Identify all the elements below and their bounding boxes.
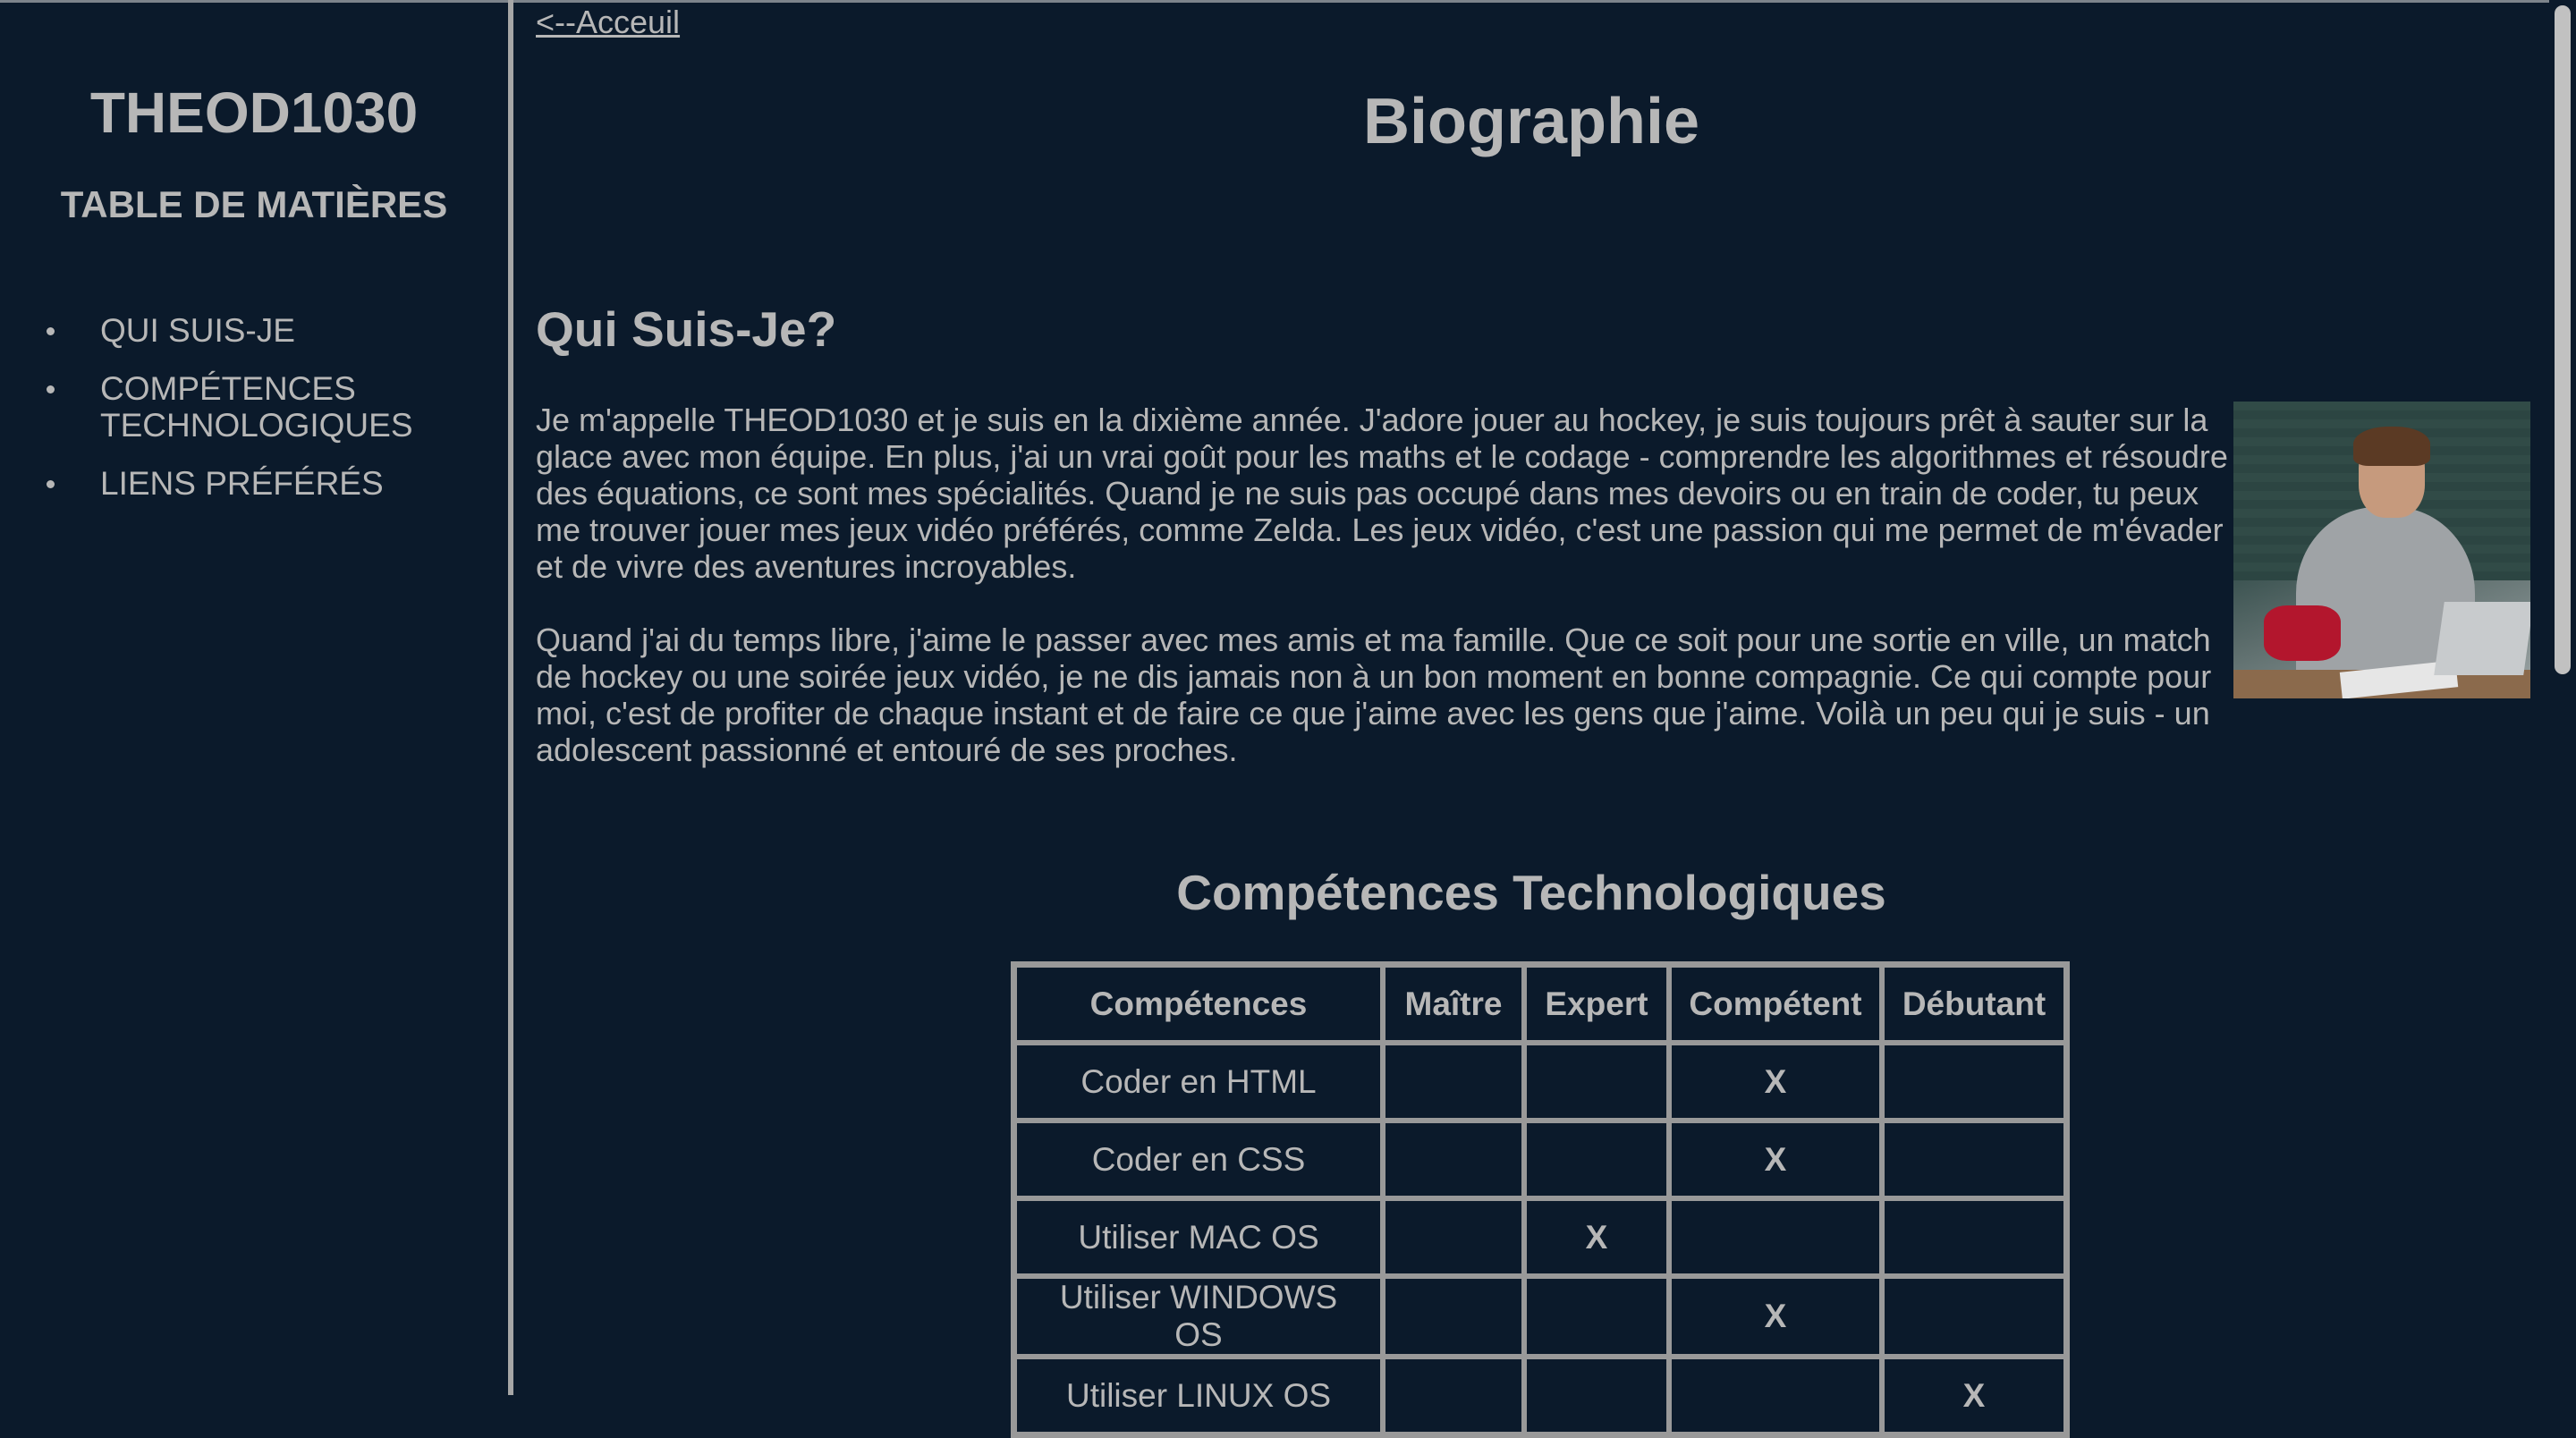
table-cell-skill: Utiliser MAC OS: [1014, 1198, 1383, 1276]
toc-title: TABLE DE MATIÈRES: [60, 183, 448, 225]
table-cell: X: [1669, 1043, 1882, 1121]
table-cell-skill: Utiliser WINDOWS OS: [1014, 1276, 1383, 1357]
table-header-row: Compétences Maître Expert Compétent Débu…: [1014, 965, 2066, 1043]
table-cell: [1383, 1276, 1524, 1357]
back-link-accueil[interactable]: <--Acceuil: [536, 3, 680, 42]
table-cell: X: [1524, 1198, 1669, 1276]
bullet-icon: [47, 327, 55, 335]
header-expert: Expert: [1524, 965, 1669, 1043]
laptop-shape: [2434, 602, 2530, 675]
table-row: Utiliser LINUX OS X: [1014, 1357, 2066, 1434]
header-debutant: Débutant: [1882, 965, 2066, 1043]
skills-table: Compétences Maître Expert Compétent Débu…: [1011, 961, 2070, 1438]
table-cell-skill: Utiliser LINUX OS: [1014, 1357, 1383, 1434]
table-cell: [1383, 1198, 1524, 1276]
table-row: Utiliser MAC OS X: [1014, 1198, 2066, 1276]
table-cell: [1882, 1198, 2066, 1276]
table-row: Utiliser WINDOWS OS X: [1014, 1276, 2066, 1357]
toc-item-liens[interactable]: LIENS PRÉFÉRÉS: [0, 465, 508, 502]
table-cell: [1383, 1357, 1524, 1434]
bio-paragraph-1: Je m'appelle THEOD1030 et je suis en la …: [536, 402, 2228, 585]
table-cell-skill: Coder en CSS: [1014, 1121, 1383, 1198]
table-cell: [1383, 1043, 1524, 1121]
scrollbar-thumb[interactable]: [2555, 5, 2571, 674]
toc-item-label[interactable]: QUI SUIS-JE: [100, 312, 476, 349]
toc-item-label[interactable]: LIENS PRÉFÉRÉS: [100, 465, 476, 502]
main-content: <--Acceuil Biographie Qui Suis-Je? Je m'…: [513, 3, 2549, 1438]
table-cell: [1882, 1121, 2066, 1198]
skills-title: Compétences Technologiques: [1176, 865, 1886, 920]
table-cell: [1524, 1276, 1669, 1357]
toc-list: QUI SUIS-JE COMPÉTENCES TECHNOLOGIQUES L…: [0, 312, 508, 523]
table-cell: [1669, 1357, 1882, 1434]
table-cell: X: [1669, 1121, 1882, 1198]
table-cell-skill: Coder en HTML: [1014, 1043, 1383, 1121]
toc-item-competences[interactable]: COMPÉTENCES TECHNOLOGIQUES: [0, 370, 508, 444]
table-cell: [1524, 1357, 1669, 1434]
portrait-image: [2233, 402, 2530, 698]
hair-shape: [2353, 427, 2430, 466]
toc-item-label[interactable]: COMPÉTENCES TECHNOLOGIQUES: [100, 370, 476, 444]
table-cell: X: [1669, 1276, 1882, 1357]
sidebar: THEOD1030 TABLE DE MATIÈRES QUI SUIS-JE …: [0, 3, 508, 1395]
table-cell: [1882, 1276, 2066, 1357]
table-cell: [1524, 1121, 1669, 1198]
page-title: Biographie: [1362, 86, 1700, 157]
bullet-icon: [47, 385, 55, 393]
bullet-icon: [47, 480, 55, 488]
hockey-glove-shape: [2264, 605, 2341, 661]
table-row: Coder en CSS X: [1014, 1121, 2066, 1198]
table-cell: [1669, 1198, 1882, 1276]
header-maitre: Maître: [1383, 965, 1524, 1043]
bio-section: Je m'appelle THEOD1030 et je suis en la …: [536, 402, 2530, 805]
section-title-qui-suis-je: Qui Suis-Je?: [536, 301, 837, 357]
header-competent: Compétent: [1669, 965, 1882, 1043]
table-cell: X: [1882, 1357, 2066, 1434]
table-row: Coder en HTML X: [1014, 1043, 2066, 1121]
site-title: THEOD1030: [89, 80, 419, 145]
bio-paragraph-2: Quand j'ai du temps libre, j'aime le pas…: [536, 622, 2212, 768]
header-competences: Compétences: [1014, 965, 1383, 1043]
toc-item-qui-suis-je[interactable]: QUI SUIS-JE: [0, 312, 508, 349]
table-cell: [1524, 1043, 1669, 1121]
table-cell: [1882, 1043, 2066, 1121]
table-cell: [1383, 1121, 1524, 1198]
